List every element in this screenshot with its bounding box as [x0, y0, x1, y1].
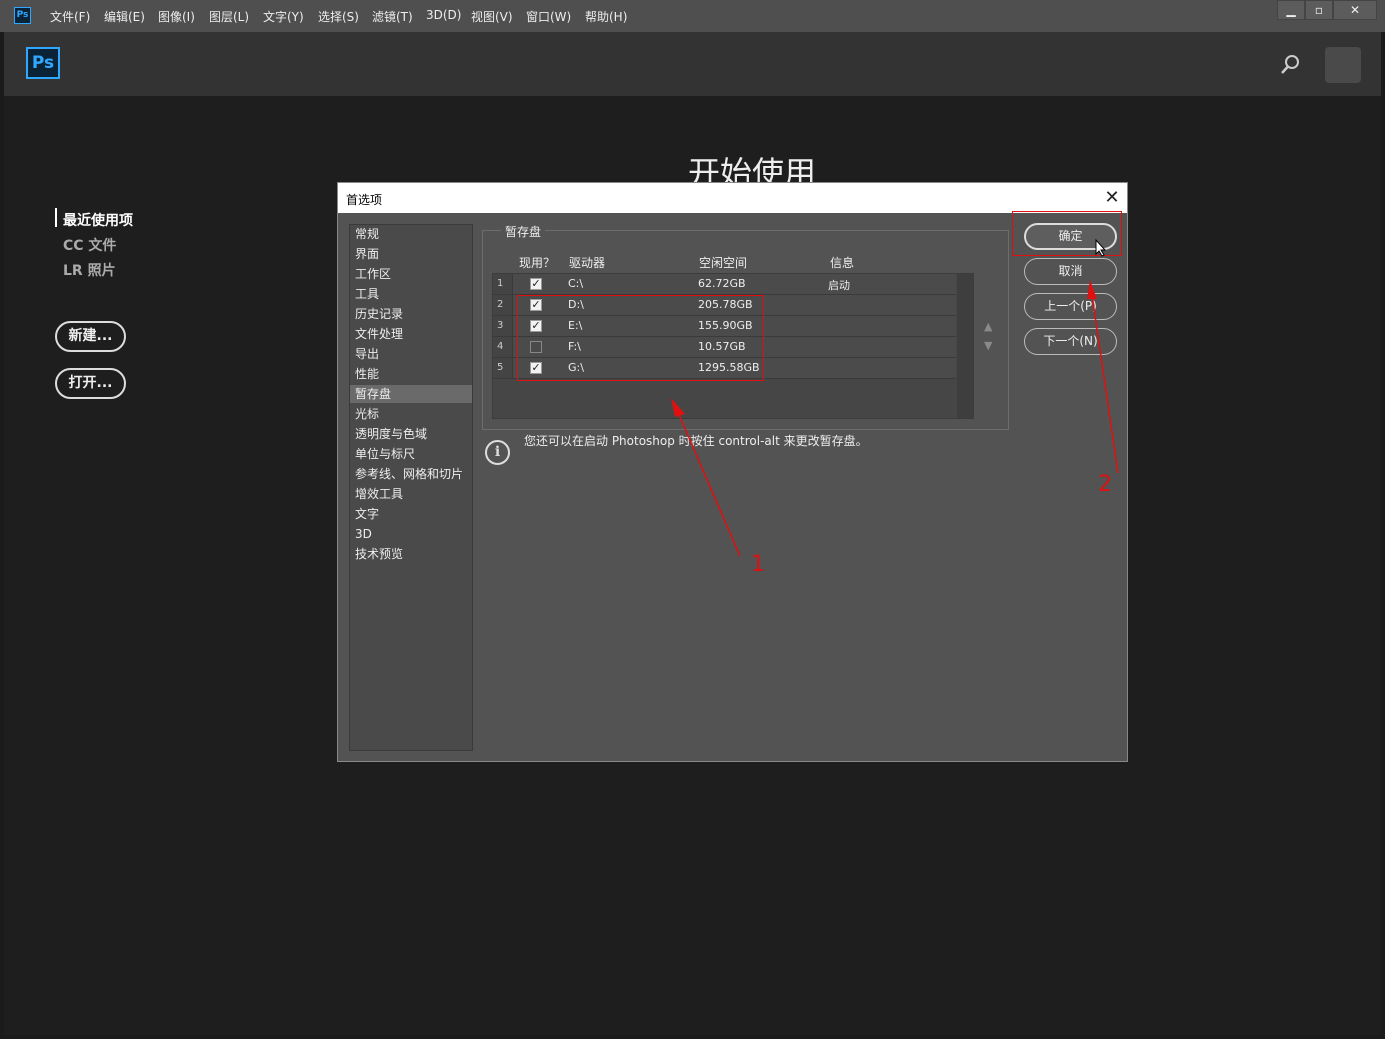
annotation-arrow-1	[676, 409, 741, 557]
mouse-cursor-icon	[1095, 239, 1107, 257]
annotation-label-2: 2	[1098, 472, 1112, 497]
annotation-arrow-2	[1091, 294, 1119, 474]
annotation-arrowhead-1	[671, 398, 685, 417]
annotation-arrowhead-2	[1087, 280, 1097, 299]
annotation-arrows	[671, 280, 1119, 557]
annotation-label-1: 1	[751, 552, 765, 577]
